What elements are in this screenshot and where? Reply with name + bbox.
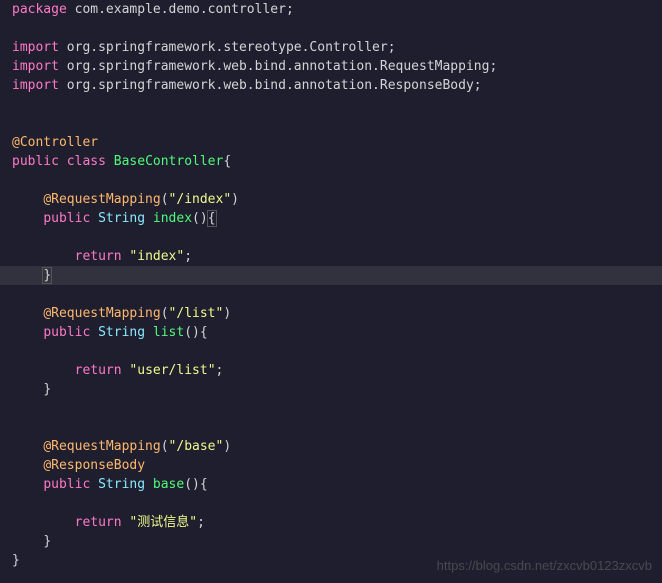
string-literal: "user/list" — [129, 363, 215, 378]
class-name: BaseController — [114, 154, 224, 169]
code-line: @RequestMapping("/base") — [12, 437, 650, 456]
annotation-responsebody: @ResponseBody — [43, 458, 145, 473]
code-line: @RequestMapping("/index") — [12, 190, 650, 209]
method-name: index — [153, 211, 192, 226]
watermark-text: https://blog.csdn.net/zxcvb0123zxcvb — [437, 556, 652, 575]
code-line: @RequestMapping("/list") — [12, 304, 650, 323]
code-line: import org.springframework.web.bind.anno… — [12, 76, 650, 95]
code-line: import org.springframework.stereotype.Co… — [12, 38, 650, 57]
keyword-return: return — [75, 249, 122, 264]
type-string: String — [98, 211, 145, 226]
code-line: public String base(){ — [12, 475, 650, 494]
code-line: return "测试信息"; — [12, 513, 650, 532]
annotation-requestmapping: @RequestMapping — [43, 192, 160, 207]
code-line: @Controller — [12, 133, 650, 152]
code-line: return "user/list"; — [12, 361, 650, 380]
code-line — [12, 342, 650, 361]
keyword-package: package — [12, 2, 67, 17]
method-name: base — [153, 477, 184, 492]
code-line — [12, 399, 650, 418]
string-literal: "/base" — [169, 439, 224, 454]
package-name: com.example.demo.controller — [67, 2, 286, 17]
string-literal: "index" — [129, 249, 184, 264]
keyword-import: import — [12, 40, 59, 55]
code-line — [12, 114, 650, 133]
code-line: } — [12, 380, 650, 399]
code-line: } — [12, 532, 650, 551]
code-line: public String list(){ — [12, 323, 650, 342]
code-line — [12, 228, 650, 247]
code-line — [12, 171, 650, 190]
code-line — [12, 418, 650, 437]
code-line — [12, 95, 650, 114]
code-line: import org.springframework.web.bind.anno… — [12, 57, 650, 76]
code-editor[interactable]: package com.example.demo.controller; imp… — [0, 0, 662, 570]
code-line: return "index"; — [12, 247, 650, 266]
code-line — [12, 494, 650, 513]
string-literal: "/list" — [169, 306, 224, 321]
code-line: package com.example.demo.controller; — [12, 0, 650, 19]
string-literal: "/index" — [169, 192, 232, 207]
keyword-public: public — [12, 154, 59, 169]
code-line: public class BaseController{ — [12, 152, 650, 171]
code-line — [12, 19, 650, 38]
code-line — [12, 285, 650, 304]
code-line: public String index(){ — [12, 209, 650, 228]
keyword-class: class — [67, 154, 106, 169]
code-line: @ResponseBody — [12, 456, 650, 475]
string-literal: "测试信息" — [129, 515, 197, 530]
annotation-controller: @Controller — [12, 135, 98, 150]
method-name: list — [153, 325, 184, 340]
code-line: } — [12, 266, 650, 285]
